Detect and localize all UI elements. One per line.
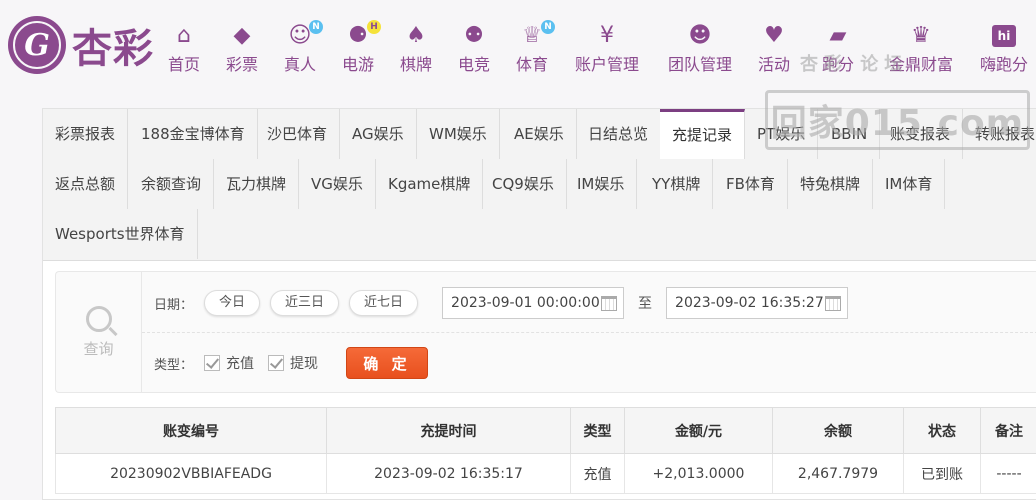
tab-21[interactable]: 特兔棋牌 (788, 159, 874, 209)
account-icon: ¥ (600, 23, 614, 48)
column-header[interactable]: 余额 (772, 407, 904, 454)
home-icon: ⌂ (177, 23, 191, 48)
quick-7days-button[interactable]: 近七日 (349, 290, 419, 316)
start-date-input[interactable]: 2023-09-01 00:00:00 (442, 287, 625, 319)
nav-item-7[interactable]: ¥ 账户管理 (562, 24, 652, 75)
column-header[interactable]: 充提时间 (326, 407, 571, 454)
tab-22[interactable]: IM体育 (873, 159, 946, 209)
tab-0[interactable]: 彩票报表 (43, 109, 129, 159)
column-header[interactable]: 类型 (570, 407, 625, 454)
nav-badge: N (541, 20, 555, 34)
gamepad-icon: ⚈ H (345, 20, 381, 48)
tab-6[interactable]: 日结总览 (576, 109, 662, 159)
calendar-icon[interactable] (825, 296, 842, 311)
divider (142, 332, 1036, 333)
brand-logo[interactable]: G 杏彩 (8, 16, 154, 74)
search-icon (85, 305, 112, 332)
tab-1[interactable]: 188金宝博体育 (129, 109, 258, 159)
tab-23[interactable]: Wesports世界体育 (43, 209, 198, 259)
live-dealer-icon: ☺ N (287, 20, 323, 48)
tab-7[interactable]: 充提记录 (660, 109, 746, 159)
type-row: 类型： 充值 提现 确 定 (154, 346, 428, 380)
nav-label: 电竞 (457, 55, 490, 74)
cards-icon: ♠ (406, 23, 426, 48)
lottery-icon: ◆ (233, 23, 251, 48)
records-table: 账变编号 充提时间 类型 金额/元 余额 状态 备注 20230902VBBIAFEADG 2… (55, 407, 1036, 494)
nav-label: 棋牌 (399, 55, 432, 74)
tab-14[interactable]: 瓦力棋牌 (214, 159, 300, 209)
wealth-icon: ♛ (911, 23, 931, 48)
tab-3[interactable]: AG娱乐 (340, 109, 417, 159)
nav-label: 账户管理 (574, 55, 639, 74)
column-header[interactable]: 金额/元 (624, 407, 773, 454)
tab-5[interactable]: AE娱乐 (502, 109, 577, 159)
query-side[interactable]: 查询 (56, 272, 142, 392)
query-form: 查询 日期： 今日 近三日 近七日 2023-09-01 00:00:00 至 … (55, 271, 1036, 393)
car-icon: ▰ (829, 23, 847, 48)
table-cell: 20230902VBBIAFEADG (55, 453, 327, 494)
table-body: 20230902VBBIAFEADG 2023-09-02 16:35:17 充值 +… (55, 453, 1036, 494)
confirm-button[interactable]: 确 定 (346, 347, 428, 379)
date-row: 日期： 今日 近三日 近七日 2023-09-01 00:00:00 至 202… (154, 286, 849, 320)
nav-label: 电游 (341, 55, 374, 74)
tab-20[interactable]: FB体育 (714, 159, 788, 209)
table-row: 20230902VBBIAFEADG 2023-09-02 16:35:17 充值 +… (55, 453, 1036, 494)
watermark-text: 杏彩 论坛 (800, 54, 909, 75)
tab-18[interactable]: IM娱乐 (565, 159, 638, 209)
nav-label: 真人 (283, 55, 316, 74)
table-cell: 2,467.7979 (772, 453, 904, 494)
gift-icon: ♥ (764, 23, 784, 48)
quick-3days-button[interactable]: 近三日 (270, 290, 340, 316)
tab-15[interactable]: VG娱乐 (299, 159, 376, 209)
table-header-row: 账变编号 充提时间 类型 金额/元 余额 状态 备注 (55, 407, 1036, 454)
watermark-banner: 回家015.com (765, 90, 1030, 150)
nav-label: 嗨跑分 (979, 55, 1028, 74)
tab-4[interactable]: WM娱乐 (417, 109, 500, 159)
date-separator: 至 (638, 296, 653, 312)
logo-mark-icon: G (8, 16, 66, 74)
tab-12[interactable]: 返点总额 (43, 159, 129, 209)
column-header[interactable]: 状态 (903, 407, 981, 454)
nav-label: 团队管理 (667, 55, 732, 74)
type-label: 类型： (154, 357, 194, 373)
tab-2[interactable]: 沙巴体育 (255, 109, 341, 159)
trophy-icon: ♕ N (519, 20, 555, 48)
esports-icon: ⚉ (464, 23, 484, 48)
header: G 杏彩 ⌂ 首页 ◆ 彩票 ☺ N 真人 ⚈ H 电游 ♠ 棋牌 ⚉ 电竞 ♕ N 体育 ¥ 账户管理 ☻ 团队管理 ♥… (0, 0, 1036, 85)
nav-label: 活动 (757, 55, 790, 74)
quick-today-button[interactable]: 今日 (204, 290, 261, 316)
tab-16[interactable]: Kgame棋牌 (376, 159, 484, 209)
checkbox-icon[interactable] (268, 355, 284, 371)
tab-13[interactable]: 余额查询 (129, 159, 215, 209)
date-label: 日期： (154, 297, 194, 313)
hi-icon: hi (991, 24, 1017, 48)
table-cell: +2,013.0000 (624, 453, 773, 494)
table-cell: ----- (980, 453, 1036, 494)
type-withdraw-checkbox[interactable]: 提现 (268, 353, 318, 373)
tab-17[interactable]: CQ9娱乐 (480, 159, 567, 209)
nav-label: 彩票 (225, 55, 258, 74)
table-cell: 充值 (570, 453, 625, 494)
calendar-icon[interactable] (601, 296, 618, 311)
column-header[interactable]: 备注 (980, 407, 1036, 454)
table-cell: 已到账 (903, 453, 981, 494)
table-cell: 2023-09-02 16:35:17 (326, 453, 571, 494)
checkbox-icon[interactable] (204, 355, 220, 371)
end-date-input[interactable]: 2023-09-02 16:35:27 (666, 287, 849, 319)
team-icon: ☻ (688, 23, 712, 48)
column-header[interactable]: 账变编号 (55, 407, 327, 454)
type-deposit-checkbox[interactable]: 充值 (204, 353, 254, 373)
nav-item-12[interactable]: hi 嗨跑分 (959, 24, 1036, 75)
content-panel: 彩票报表 188金宝博体育 沙巴体育 AG娱乐 WM娱乐 AE娱乐 日结总览 充提记录 PT娱乐… (42, 108, 1036, 500)
nav-label: 体育 (515, 55, 548, 74)
query-label: 查询 (83, 339, 114, 358)
tab-19[interactable]: YY棋牌 (640, 159, 714, 209)
nav-label: 首页 (167, 55, 200, 74)
